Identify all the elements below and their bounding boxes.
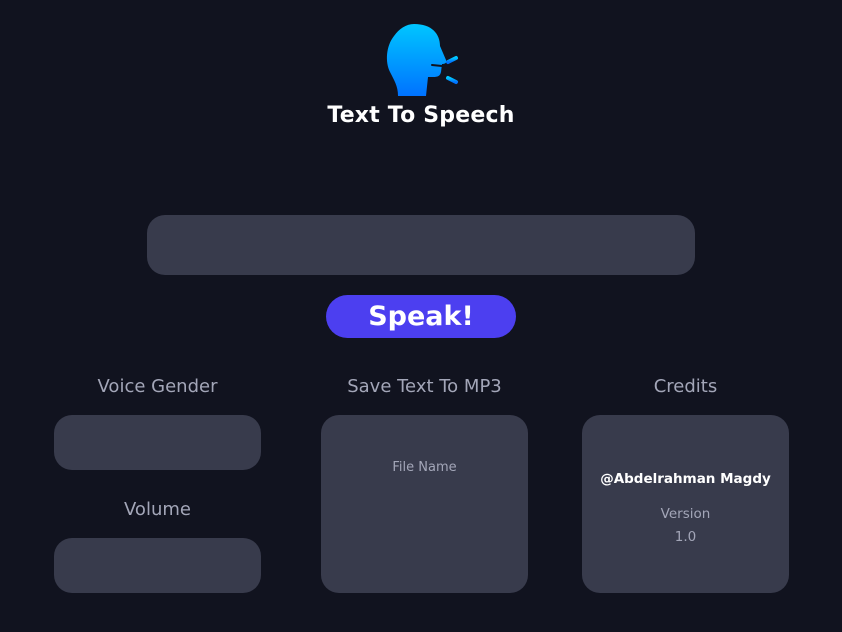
credits-label: Credits xyxy=(653,376,718,397)
speaking-head-icon xyxy=(386,24,462,96)
save-mp3-panel: File Name xyxy=(321,415,528,593)
voice-gender-label: Voice Gender xyxy=(97,376,218,397)
app-title: Text To Speech xyxy=(327,103,515,128)
volume-control[interactable] xyxy=(54,538,261,593)
app-window: Text To Speech Speak! Voice Gender Volum… xyxy=(0,0,842,632)
version-value: 1.0 xyxy=(674,529,697,545)
file-name-label: File Name xyxy=(392,460,457,475)
credits-panel: @Abdelrahman Magdy Version 1.0 xyxy=(582,415,789,593)
save-mp3-label: Save Text To MP3 xyxy=(347,376,502,397)
text-to-speak-input[interactable] xyxy=(147,215,695,275)
version-label: Version xyxy=(660,506,711,522)
speak-button[interactable]: Speak! xyxy=(326,295,516,338)
voice-gender-select[interactable] xyxy=(54,415,261,470)
volume-label: Volume xyxy=(124,499,191,520)
credit-author: @Abdelrahman Magdy xyxy=(600,471,771,487)
